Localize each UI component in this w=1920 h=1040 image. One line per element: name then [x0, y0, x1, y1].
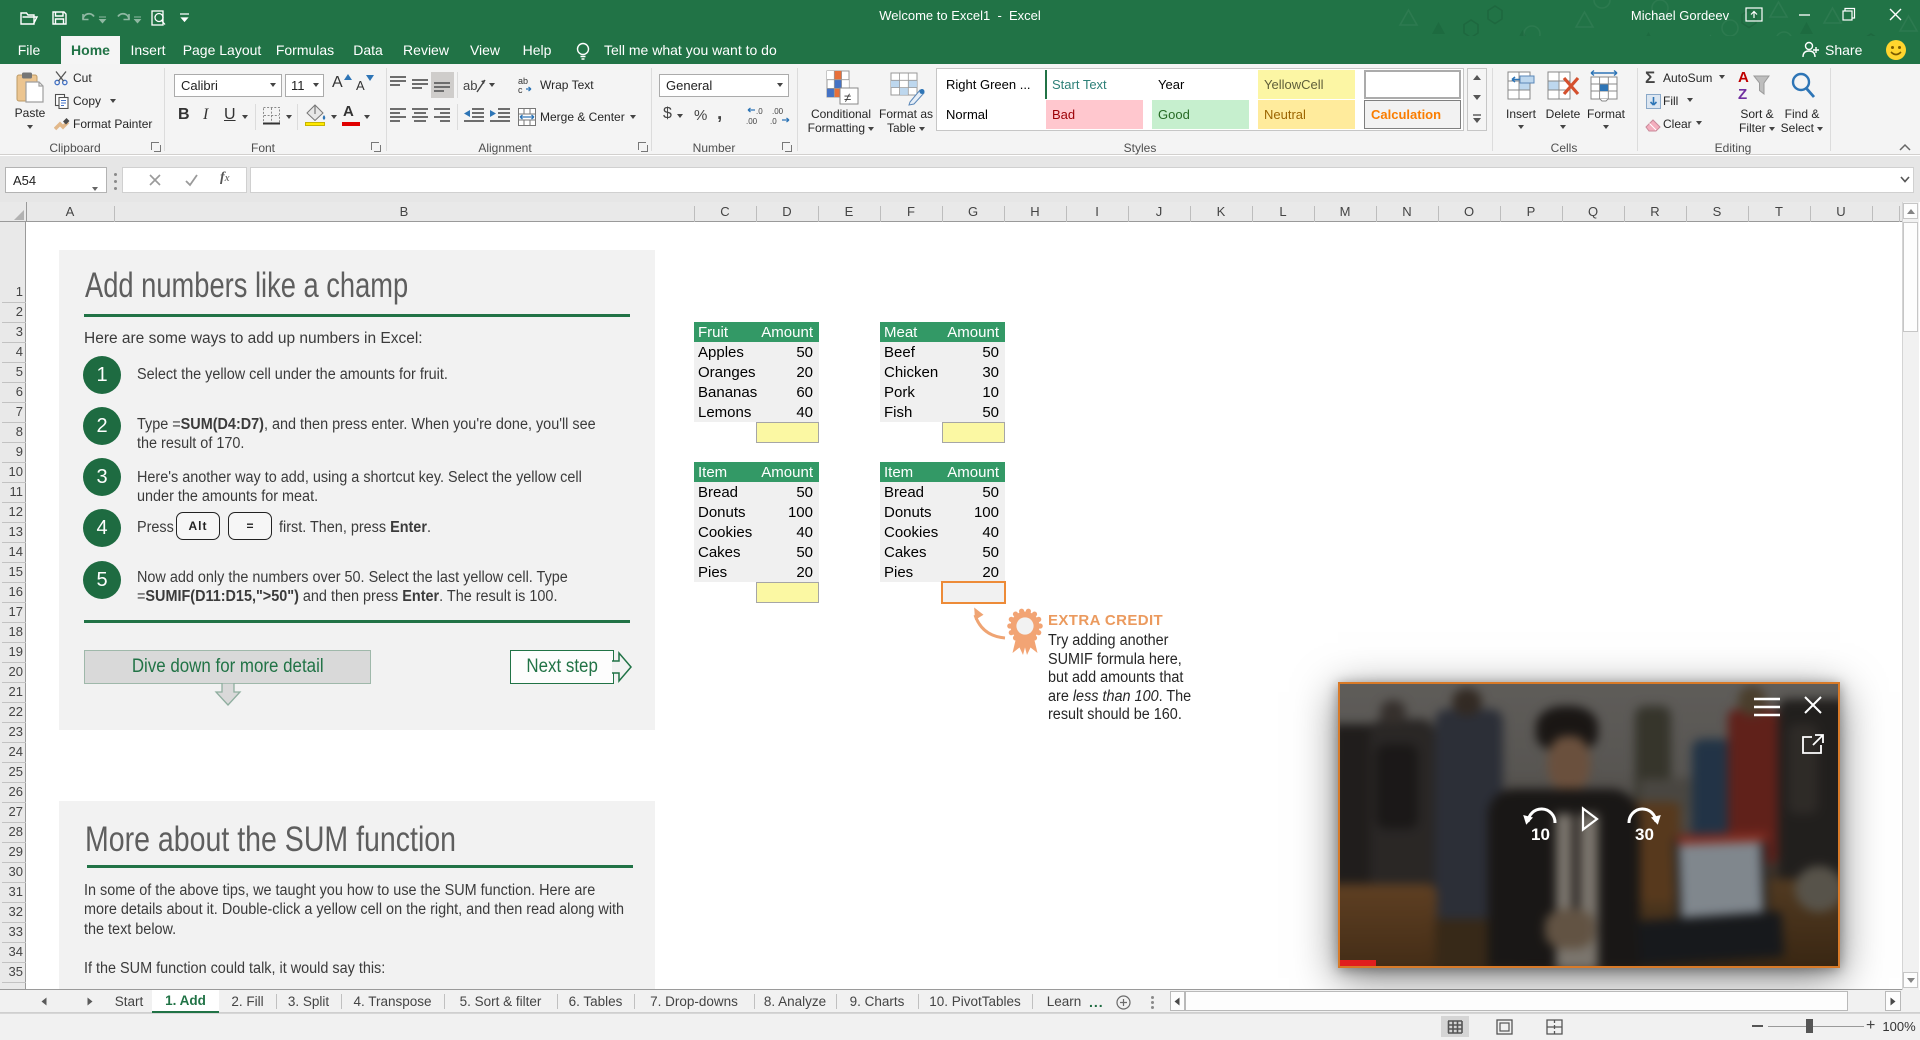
svg-text:c: c: [518, 85, 523, 94]
svg-text:.00: .00: [746, 117, 758, 126]
svg-text:.00: .00: [772, 107, 784, 116]
svg-text:.0: .0: [770, 117, 777, 126]
svg-text:≠: ≠: [844, 90, 851, 105]
svg-text:ab: ab: [463, 78, 477, 93]
svg-text:Z: Z: [1738, 86, 1747, 103]
svg-text:A: A: [1738, 69, 1749, 86]
svg-text:10: 10: [1531, 825, 1550, 844]
svg-text:30: 30: [1635, 825, 1654, 844]
svg-text:.0: .0: [756, 107, 763, 116]
